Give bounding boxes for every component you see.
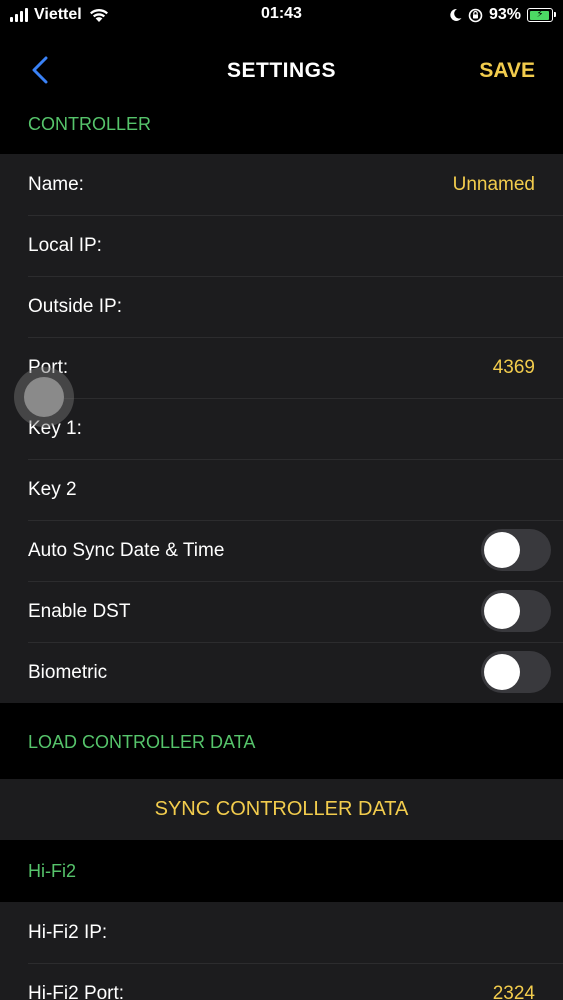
row-auto-sync-date-time: Auto Sync Date & Time [0,520,563,581]
row-outside-ip[interactable]: Outside IP: [0,276,563,337]
row-label: Local IP: [28,234,102,256]
port-value: 4369 [492,356,535,378]
status-right: 93% ⚡ [449,4,556,26]
biometric-toggle[interactable] [481,651,551,693]
navigation-bar: SETTINGS SAVE [0,30,563,112]
enable-dst-toggle[interactable] [481,590,551,632]
toggle-knob [484,593,520,629]
row-key-1[interactable]: Key 1: [0,398,563,459]
moon-icon [450,8,462,21]
name-value: Unnamed [452,173,535,195]
battery-percent: 93% [488,6,521,23]
row-label: Hi-Fi2 IP: [28,921,108,943]
controller-settings-group: Name: Unnamed Local IP: Outside IP: Port… [0,154,563,703]
section-header-controller: CONTROLLER [0,112,563,154]
hifi2-settings-group: Hi-Fi2 IP: Hi-Fi2 Port: 2324 [0,902,563,1000]
row-label: Name: [28,173,84,195]
row-label: Hi-Fi2 Port: [28,982,125,1000]
status-bar: Viettel 01:43 93% ⚡ [0,0,563,30]
row-label: Key 1: [28,417,82,439]
sync-controller-data-label: SYNC CONTROLLER DATA [154,798,409,820]
touch-indicator [14,367,74,427]
sync-controller-data-button[interactable]: SYNC CONTROLLER DATA [0,779,563,840]
row-local-ip[interactable]: Local IP: [0,215,563,276]
row-biometric: Biometric [0,642,563,703]
section-header-load-controller-data: LOAD CONTROLLER DATA [0,703,563,779]
settings-screen: Viettel 01:43 93% ⚡ SETTINGS SAVE CONTRO… [0,0,563,1000]
row-hifi2-port[interactable]: Hi-Fi2 Port: 2324 [0,963,563,1000]
hifi2-port-value: 2324 [492,982,535,1000]
row-enable-dst: Enable DST [0,581,563,642]
section-header-hifi2: Hi-Fi2 [0,840,563,902]
toggle-knob [484,654,520,690]
orientation-lock-icon [468,8,483,22]
charging-bolt-icon: ⚡ [536,9,544,20]
auto-sync-toggle[interactable] [481,529,551,571]
row-label: Outside IP: [28,295,122,317]
row-label: Biometric [28,661,108,683]
battery-charging-icon: ⚡ [527,8,556,22]
row-label: Enable DST [28,600,131,622]
row-hifi2-ip[interactable]: Hi-Fi2 IP: [0,902,563,963]
save-button[interactable]: SAVE [479,59,535,83]
row-name[interactable]: Name: Unnamed [0,154,563,215]
row-label: Key 2 [28,478,77,500]
row-key-2[interactable]: Key 2 [0,459,563,520]
row-label: Port: [28,356,69,378]
row-port[interactable]: Port: 4369 [0,337,563,398]
row-label: Auto Sync Date & Time [28,539,225,561]
toggle-knob [484,532,520,568]
